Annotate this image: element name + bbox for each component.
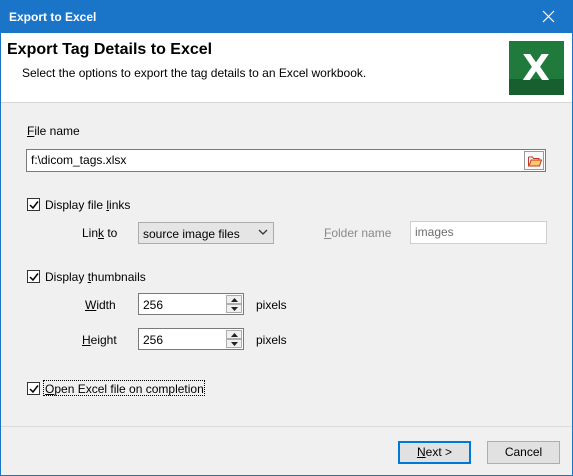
width-value: 256 [143, 298, 164, 312]
height-units-label: pixels [256, 333, 287, 347]
excel-logo-letter: X [522, 48, 550, 89]
display-file-links-checkbox[interactable] [27, 198, 40, 211]
width-label: Width [85, 298, 116, 312]
excel-icon: X [509, 41, 564, 95]
cancel-button[interactable]: Cancel [487, 441, 560, 464]
folder-open-icon [528, 156, 542, 167]
width-increment-button[interactable] [226, 295, 242, 304]
header-title: Export Tag Details to Excel [7, 41, 213, 58]
height-stepper[interactable]: 256 [138, 328, 244, 350]
width-stepper-arrows [226, 295, 242, 313]
arrow-down-icon [231, 307, 238, 311]
height-stepper-arrows [226, 330, 242, 348]
checkmark-icon [29, 273, 39, 282]
title-bar[interactable]: Export to Excel [1, 1, 572, 33]
arrow-up-icon [231, 298, 238, 302]
width-stepper[interactable]: 256 [138, 293, 244, 315]
open-on-completion-checkbox[interactable] [27, 382, 40, 395]
file-name-label: File name [27, 124, 80, 138]
link-to-select[interactable]: source image files [138, 222, 274, 244]
close-icon [542, 10, 555, 23]
dialog-header: Export Tag Details to Excel Select the o… [1, 33, 572, 103]
width-units-label: pixels [256, 298, 287, 312]
checkmark-icon [29, 201, 39, 210]
link-to-value: source image files [143, 227, 240, 241]
arrow-up-icon [231, 333, 238, 337]
width-decrement-button[interactable] [226, 304, 242, 313]
height-value: 256 [143, 333, 164, 347]
file-name-input[interactable]: f:\dicom_tags.xlsx [26, 149, 546, 172]
link-to-label: Link to [82, 226, 118, 240]
folder-name-label: Folder name [324, 226, 392, 240]
window-title: Export to Excel [9, 10, 97, 24]
open-on-completion-label[interactable]: Open Excel file on completion [45, 382, 204, 396]
display-thumbnails-checkbox[interactable] [27, 270, 40, 283]
checkmark-icon [29, 385, 39, 394]
height-decrement-button[interactable] [226, 339, 242, 348]
height-label: Height [82, 333, 117, 347]
browse-button[interactable] [524, 151, 544, 170]
arrow-down-icon [231, 342, 238, 346]
chevron-down-icon [258, 229, 268, 235]
next-button[interactable]: Next > [398, 441, 471, 464]
close-button[interactable] [526, 1, 572, 33]
display-thumbnails-label[interactable]: Display thumbnails [45, 270, 146, 284]
footer-divider [1, 426, 572, 427]
folder-name-input[interactable]: images [410, 221, 547, 244]
display-file-links-label[interactable]: Display file links [45, 198, 130, 212]
height-increment-button[interactable] [226, 330, 242, 339]
header-subtitle: Select the options to export the tag det… [22, 66, 367, 80]
export-to-excel-dialog: Export to Excel Export Tag Details to Ex… [0, 0, 573, 476]
